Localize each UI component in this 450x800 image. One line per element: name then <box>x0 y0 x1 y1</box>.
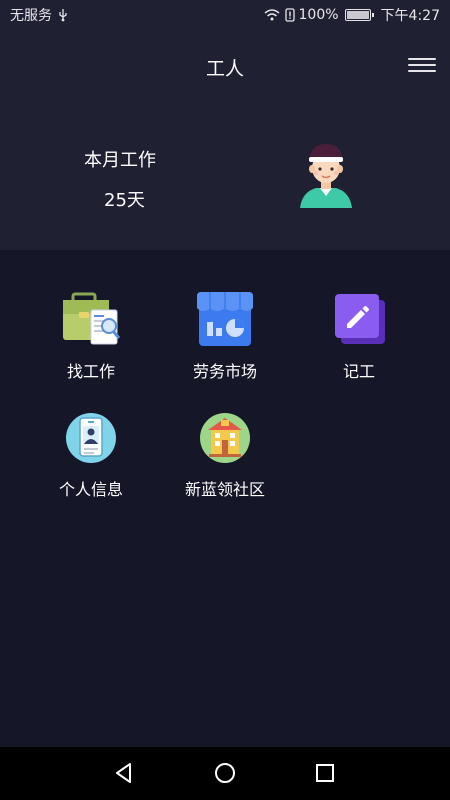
usb-icon <box>59 9 67 22</box>
home-circle-icon[interactable] <box>213 761 237 785</box>
tile-labor-market-label: 劳务市场 <box>192 362 257 381</box>
carrier-text: 无服务 <box>10 8 52 24</box>
status-right: 100% 下午4:27 <box>263 5 440 25</box>
clock-time: 下午4:27 <box>380 8 440 24</box>
tile-find-job-label: 找工作 <box>66 362 115 381</box>
tile-bluecollar-community[interactable]: 新蓝领社区 <box>155 410 295 520</box>
back-triangle-icon[interactable] <box>112 761 136 785</box>
status-left: 无服务 <box>10 5 70 25</box>
page-title: 工人 <box>205 58 244 80</box>
tile-record-work-label: 记工 <box>342 362 375 381</box>
storefront-chart-icon <box>197 292 253 346</box>
wifi-icon <box>264 9 280 21</box>
tile-bluecollar-community-label: 新蓝领社区 <box>184 480 265 499</box>
tile-personal-info[interactable]: 个人信息 <box>21 410 161 520</box>
month-work-label: 本月工作 <box>84 150 156 171</box>
header-panel: 工人 本月工作 25天 <box>0 30 450 250</box>
status-bar: 无服务 100% 下午4:27 <box>0 0 450 30</box>
id-card-icon <box>66 413 116 463</box>
tile-personal-info-label: 个人信息 <box>58 480 123 499</box>
tile-labor-market[interactable]: 劳务市场 <box>155 292 295 402</box>
community-building-icon <box>200 413 250 463</box>
system-nav-bar <box>0 747 450 800</box>
recents-square-icon[interactable] <box>313 761 337 785</box>
battery-percent: 100% <box>298 7 339 23</box>
month-work-value: 25天 <box>104 190 145 211</box>
pencil-note-icon <box>335 294 385 344</box>
battery-icon <box>344 9 374 21</box>
hamburger-menu-icon[interactable] <box>408 54 436 76</box>
worker-avatar-icon[interactable] <box>294 140 358 208</box>
alert-phone-icon <box>284 8 295 22</box>
tile-record-work[interactable]: 记工 <box>289 292 429 402</box>
briefcase-document-icon <box>63 292 121 345</box>
tile-find-job[interactable]: 找工作 <box>21 292 161 402</box>
